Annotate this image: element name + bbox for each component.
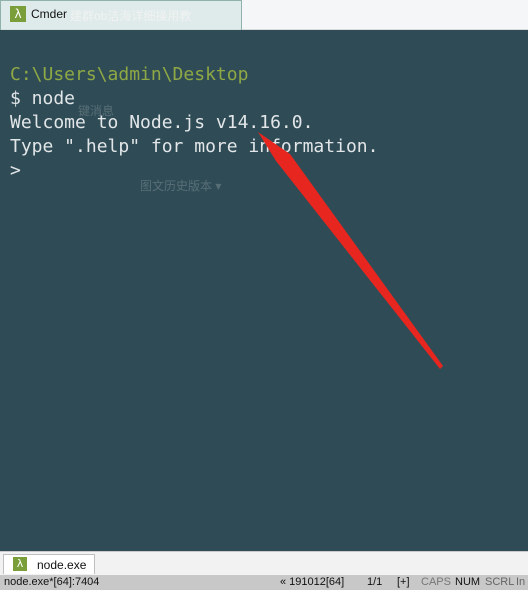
status-plus[interactable]: [+]: [397, 576, 410, 588]
title-bar[interactable]: λ Cmder 建群ob洁海详细操用教: [0, 0, 528, 64]
red-arrow-annotation: [258, 132, 443, 369]
overlay-text: 建群ob洁海详细操用教: [70, 9, 192, 23]
arrow-shape: [258, 132, 443, 369]
lambda-icon: λ: [10, 6, 26, 22]
tab-node-exe[interactable]: λ node.exe: [3, 554, 95, 574]
status-caps: CAPS: [421, 576, 451, 588]
tab-label: node.exe: [37, 558, 87, 572]
status-scrl: SCRL: [485, 576, 515, 588]
status-position: « 191012[64]: [280, 576, 345, 588]
tab-bar: λ node.exe: [0, 551, 528, 575]
terminal-console[interactable]: 键消息 图文历史版本 ▾ C:\Users\admin\Desktop $ no…: [0, 30, 528, 551]
status-ins: In: [516, 576, 526, 588]
status-process: node.exe*[64]:7404: [4, 576, 100, 588]
status-page: 1/1: [367, 576, 383, 588]
lambda-icon: λ: [13, 557, 27, 571]
window-title: Cmder: [31, 7, 68, 21]
status-num: NUM: [455, 576, 481, 588]
status-bar: node.exe*[64]:7404 « 191012[64] 1/1 [+] …: [0, 575, 528, 590]
